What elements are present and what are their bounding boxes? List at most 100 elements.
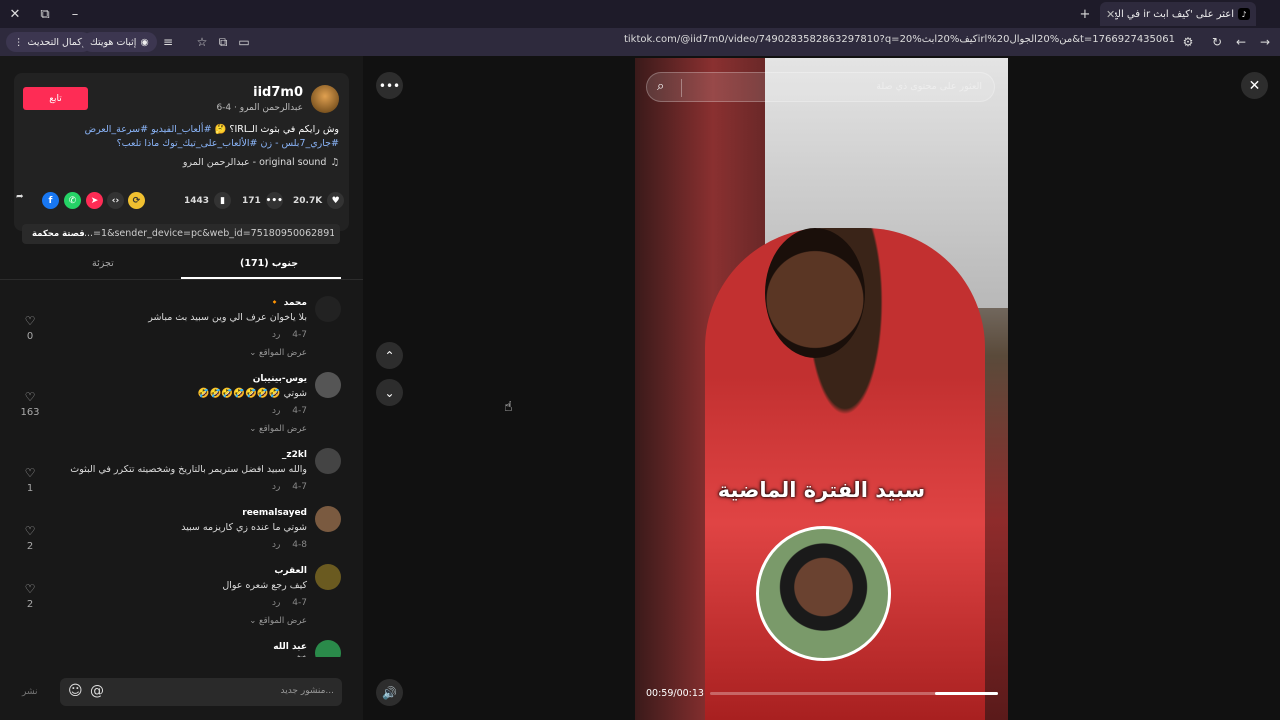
comment-like-count: 0 — [26, 331, 34, 342]
comment-like-button[interactable]: ♡ 0 — [20, 310, 40, 342]
comment-author[interactable]: العقرب — [274, 566, 307, 576]
comment-reply-button[interactable]: رد — [272, 482, 280, 492]
comment-avatar[interactable] — [315, 296, 341, 322]
follow-button[interactable]: تابع — [23, 87, 88, 110]
share-link-text[interactable]: ...=1&sender_device=pc&web_id=7518095006… — [84, 228, 334, 239]
address-bar[interactable]: tiktok.com/@iid7m0/video/749028358286329… — [255, 34, 1175, 45]
new-tab-button[interactable]: + — [1074, 4, 1096, 24]
volume-icon[interactable]: 🔊 — [376, 679, 403, 706]
heart-icon: ♥ — [327, 192, 345, 209]
tab-close-icon[interactable]: ✕ — [1106, 8, 1115, 21]
description-text: وش رايكم في بثوث الـIRL؟ 🤔 — [211, 124, 339, 135]
comment-avatar[interactable] — [315, 448, 341, 474]
comment-button[interactable]: 171 ••• — [242, 192, 283, 209]
comment-avatar[interactable] — [315, 640, 341, 657]
comment-date: 4-7 — [292, 330, 307, 340]
more-options-icon[interactable]: ••• — [376, 72, 403, 99]
comment-meta: 4-7 رد — [272, 330, 307, 340]
comment-author[interactable]: يوس-بينيبان — [253, 374, 307, 384]
update-label: إكمال التحديث — [27, 36, 85, 48]
comment-avatar[interactable] — [315, 564, 341, 590]
mention-icon[interactable]: @ — [90, 683, 104, 699]
identity-label: إثبات هويتك — [90, 36, 137, 48]
comment-reply-button[interactable]: رد — [272, 540, 280, 550]
comment-text: 😹 — [296, 656, 307, 657]
comment-item: يوس-بينيبان شوتي 🤣🤣🤣🤣🤣🤣🤣 4-7 رد عرض المواقع … — [0, 372, 363, 442]
tab-comments[interactable]: جنوب (171) — [240, 258, 298, 269]
comment-avatar[interactable] — [315, 372, 341, 398]
comment-author[interactable]: z2kl_ — [282, 450, 307, 460]
profile-icon: ◉ — [140, 36, 149, 48]
comment-author[interactable]: عبد الله — [273, 642, 307, 652]
comment-input[interactable]: ☺ @ ...منشور جديد — [60, 678, 342, 706]
tab-title: اعثر على 'كيف ابث ir في الج — [1115, 8, 1234, 20]
view-replies-button[interactable]: عرض المواقع ⌄ — [249, 616, 307, 626]
author-avatar[interactable] — [311, 85, 339, 113]
post-comment-button[interactable]: نشر — [22, 687, 38, 697]
comment-text: شوتي 🤣🤣🤣🤣🤣🤣🤣 — [197, 388, 307, 399]
telegram-share-button[interactable]: ➤ — [86, 192, 103, 209]
comment-like-button[interactable]: ♡ 163 — [20, 386, 40, 418]
browser-tab[interactable]: ✕ اعثر على 'كيف ابث ir في الج ♪ — [1100, 2, 1256, 26]
music-info[interactable]: ♫ original sound - عبدالرحمن المرو — [183, 157, 339, 168]
menu-dots-icon: ⋮ — [14, 36, 24, 48]
comment-avatar[interactable] — [315, 506, 341, 532]
emoji-icon[interactable]: ☺ — [68, 683, 83, 699]
music-title: original sound - عبدالرحمن المرو — [182, 157, 327, 168]
comment-text: بلا ياخوان عرف الي وين سبيد بث مباشر — [148, 312, 307, 323]
comment-reply-button[interactable]: رد — [272, 330, 280, 340]
related-search-bar[interactable]: ⌕ العثور على محتوى ذي صلة — [646, 72, 995, 102]
repost-button[interactable]: ⟳ — [128, 192, 145, 209]
window-minimize-icon[interactable]: – — [64, 4, 86, 24]
complete-update-button[interactable]: ⋮ إكمال التحديث — [6, 32, 93, 52]
author-subname: عبدالرحمن المرو · 4-6 — [216, 103, 303, 113]
post-details-panel: iid7m0 عبدالرحمن المرو · 4-6 تابع وش راي… — [0, 56, 363, 720]
reading-list-icon[interactable]: ≡ — [158, 32, 178, 52]
share-icon[interactable]: ➦ — [16, 192, 24, 202]
back-icon[interactable]: ← — [1231, 32, 1251, 52]
favorite-star-icon[interactable]: ☆ — [192, 32, 212, 52]
comment-like-count: 1 — [26, 483, 34, 494]
next-video-icon[interactable]: ⌄ — [376, 379, 403, 406]
comment-reply-button[interactable]: رد — [272, 598, 280, 608]
comment-date: 4-7 — [292, 598, 307, 608]
comment-like-button[interactable]: ♡ 2 — [20, 578, 40, 610]
reload-icon[interactable]: ↻ — [1207, 32, 1227, 52]
comment-author[interactable]: reemalsayed — [242, 508, 307, 518]
video-progress-bar[interactable] — [710, 692, 998, 695]
forward-icon[interactable]: → — [1255, 32, 1275, 52]
cast-icon[interactable]: ▭ — [234, 32, 254, 52]
save-button[interactable]: 1443 ▮ — [184, 192, 232, 209]
copy-link-button[interactable]: قصتة محكمة — [26, 226, 91, 242]
comment-like-button[interactable]: ♡ 2 — [20, 520, 40, 552]
title-bar: ✕ ⧉ – + ✕ اعثر على 'كيف ابث ir في الج ♪ — [0, 0, 1280, 28]
previous-video-icon[interactable]: ⌃ — [376, 342, 403, 369]
site-settings-icon[interactable]: ⚙ — [1178, 32, 1198, 52]
comment-like-button[interactable]: ♡ 1 — [20, 462, 40, 494]
view-replies-button[interactable]: عرض المواقع ⌄ — [249, 424, 307, 434]
verify-identity-button[interactable]: إثبات هويتك ◉ — [82, 32, 157, 52]
close-viewer-icon[interactable]: ✕ — [1241, 72, 1268, 99]
like-button[interactable]: 20.7K ♥ — [293, 192, 345, 209]
window-restore-icon[interactable]: ⧉ — [34, 4, 56, 24]
tiktok-favicon-icon: ♪ — [1238, 8, 1250, 20]
music-note-icon: ♫ — [330, 157, 339, 168]
comment-like-button[interactable]: ♡ — [20, 654, 40, 657]
facebook-share-button[interactable]: f — [42, 192, 59, 209]
search-icon: ⌕ — [657, 79, 665, 94]
comment-author[interactable]: محمد 🔸 — [269, 298, 307, 308]
extensions-icon[interactable]: ⧉ — [213, 32, 233, 52]
browser-toolbar: ⋮ إكمال التحديث إثبات هويتك ◉ ≡ ☆ ⧉ ▭ ti… — [0, 28, 1280, 56]
whatsapp-icon: ✆ — [64, 192, 81, 209]
video-player[interactable]: ⌕ العثور على محتوى ذي صلة سبيد الفترة ال… — [635, 58, 1008, 720]
author-username[interactable]: iid7m0 — [253, 85, 303, 100]
tab-related[interactable]: تجزئة — [92, 258, 114, 269]
embed-button[interactable]: ‹› — [107, 192, 124, 209]
window-close-icon[interactable]: ✕ — [4, 4, 26, 24]
video-time: 00:59/00:13 — [646, 688, 704, 699]
comment-heart-icon: ♡ — [24, 390, 36, 404]
view-replies-button[interactable]: عرض المواقع ⌄ — [249, 348, 307, 358]
comment-reply-button[interactable]: رد — [272, 406, 280, 416]
whatsapp-share-button[interactable]: ✆ — [64, 192, 81, 209]
view-replies-label: عرض المواقع — [259, 348, 307, 358]
